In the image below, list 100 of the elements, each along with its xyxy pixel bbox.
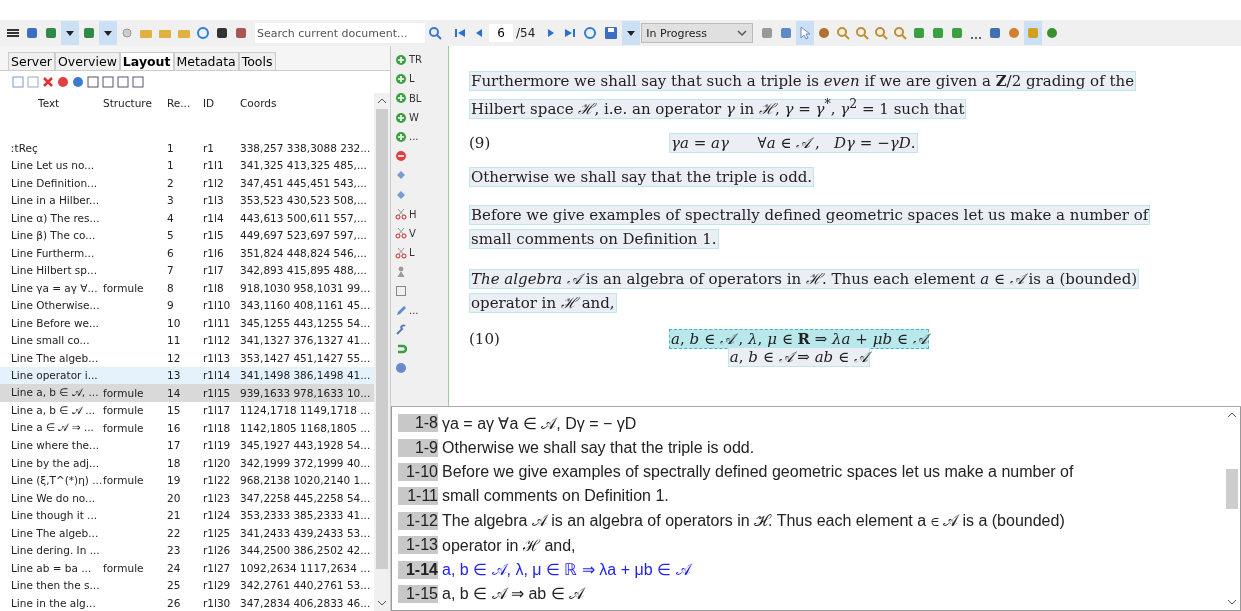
remove-icon[interactable] [57, 76, 69, 88]
table-row[interactable]: ːtReç 1 r1 338,257 338,3088 232... [0, 139, 374, 157]
transcription-editor[interactable] [391, 407, 1241, 611]
tab[interactable]: Overview [55, 52, 120, 70]
tool-button[interactable]: L [391, 69, 427, 89]
scrollbar-thumb[interactable] [1226, 469, 1238, 509]
status-dropdown[interactable]: In Progress [641, 23, 754, 43]
transcription-line[interactable]: Before we give examples of spectrally defined geometric spaces let us make a number of [442, 462, 1074, 481]
table-row[interactable]: Line The algeb... 22 r1l25 341,2433 439,2433 53... [0, 524, 374, 542]
table-row[interactable]: Line dering. In ... 23 r1l26 344,2500 386,2502 42... [0, 541, 374, 559]
table-row[interactable]: Line γa = aγ ∀... formule 8 r1l8 918,1030 958,1031 99... [0, 279, 374, 297]
table-row[interactable]: Line We do no... 20 r1l23 347,2258 445,2258 54... [0, 489, 374, 507]
table-cell-text: Line Before we... [11, 316, 100, 329]
table-row[interactable]: Line operator i... 13 r1l14 341,1498 386,1498 41... [0, 366, 374, 384]
scrollbar-thumb[interactable] [376, 109, 388, 569]
scroll-up-icon[interactable] [1227, 411, 1237, 419]
transcription-line[interactable]: a, b ∈ 𝒜 ⇒ ab ∈ 𝒜 [442, 584, 585, 604]
table-cell-text: r1l14 [203, 369, 232, 382]
undo-icon [395, 343, 407, 356]
table-cell-text: 5 [167, 229, 175, 242]
dropdown-button[interactable] [622, 21, 641, 45]
box-icon[interactable] [102, 76, 114, 88]
table-cell-text: r1l30 [203, 596, 232, 609]
table-row[interactable]: Line small co... 11 r1l12 341,1327 376,1327 41... [0, 331, 374, 349]
search-field[interactable]: Search current document... [255, 23, 425, 43]
table-row[interactable]: Line by the adj... 18 r1l20 342,1999 372,1999 40... [0, 454, 374, 472]
table-cell-text: Line Furtherm... [11, 246, 96, 259]
last-page-icon[interactable] [564, 27, 577, 39]
tool-button[interactable]: L [391, 242, 427, 263]
table-row[interactable]: Line ab = ba ... formule 24 r1l27 1092,2634 1117,2634 ... [0, 559, 374, 577]
tool-button[interactable]: BL [391, 88, 427, 108]
transcription-line[interactable]: a, b ∈ 𝒜, λ, μ ∈ ℝ ⇒ λa + μb ∈ 𝒜 [442, 560, 691, 580]
table-row[interactable]: Line (ξ,T^(*)η) ...formule 19 r1l22 968,2138 1020,2140 1... [0, 471, 374, 489]
remove-icon [395, 150, 407, 163]
table-cell-text: Line then the s... [11, 579, 101, 592]
equation-number: (10) [469, 330, 501, 348]
table-cell: 338,257 338,3088 232... [240, 141, 371, 154]
table-row[interactable]: Line Otherwise... 9 r1l10 343,1160 408,1161 45... [0, 296, 374, 314]
transcription-line[interactable]: operator in ℋ and, [442, 534, 576, 557]
tool-button[interactable]: ... [391, 300, 427, 321]
column-header[interactable]: Structure [103, 97, 167, 109]
tool-button[interactable]: V [391, 223, 427, 243]
tab[interactable]: Layout [119, 52, 174, 70]
add-icon [395, 72, 407, 85]
column-header[interactable]: ID [203, 97, 240, 109]
tool-button[interactable]: W [391, 107, 427, 128]
search-icon[interactable] [428, 26, 442, 40]
table-row[interactable]: Line Definition... 2 r1l2 347,451 445,451 543,... [0, 174, 374, 192]
tab[interactable]: Server [8, 52, 55, 70]
tab[interactable]: Metadata [173, 52, 239, 70]
column-header[interactable]: Text [38, 97, 103, 109]
table-cell-text: r1l13 [203, 351, 232, 364]
table-row[interactable]: Line a, b ∈ 𝒜, ... formule 14 r1l15 939,1633 978,1633 10... [0, 384, 374, 402]
box-icon[interactable] [132, 76, 144, 88]
transcription-line[interactable]: The algebra 𝒜 is an algebra of operators in ℋ. Thus each element a ∈ 𝒜 is a (bounded) [442, 511, 1065, 530]
table-cell-text: r1l18 [203, 421, 232, 434]
first-page-icon[interactable] [454, 27, 466, 39]
transcription-line[interactable]: Otherwise we shall say that the triple is odd. [442, 438, 755, 457]
page-number-field[interactable]: 6 [489, 24, 513, 42]
transcription-line[interactable]: γa = aγ ∀a ∈ 𝒜, Dγ = − γD [442, 413, 637, 433]
scroll-down-icon[interactable] [377, 599, 387, 607]
table-cell-text: r1l1 [203, 159, 225, 172]
equation-number: (9) [469, 134, 492, 152]
dropdown-button[interactable] [99, 21, 117, 45]
dropdown-button[interactable] [61, 21, 79, 45]
table-cell-text: r1l22 [203, 474, 232, 487]
table-row[interactable]: Line Before we... 10 r1l11 345,1255 443,1255 54... [0, 314, 374, 332]
box-icon[interactable] [117, 76, 129, 88]
table-row[interactable]: Line in a Hilber... 3 r1l3 353,523 430,523 508,... [0, 191, 374, 209]
scroll-up-icon[interactable] [377, 97, 387, 105]
table-row[interactable]: Line The algeb... 12 r1l13 353,1427 451,1427 55... [0, 349, 374, 367]
tool-button[interactable]: ... [391, 127, 427, 147]
table-row[interactable]: Line Let us no... 1 r1l1 341,325 413,325 485,... [0, 156, 374, 174]
table-row[interactable]: Line a, b ∈ 𝒜 ... formule 15 r1l17 1124,1718 1149,1718 ... [0, 401, 374, 419]
table-row[interactable]: Line β) The co... 5 r1l5 449,697 523,697 597,... [0, 226, 374, 244]
scroll-down-icon[interactable] [1227, 598, 1237, 606]
column-header[interactable]: Re... [167, 97, 203, 109]
table-cell-text: r1l12 [203, 334, 232, 347]
save-icon[interactable] [604, 26, 619, 40]
scrollbar[interactable] [374, 93, 390, 611]
tool-button[interactable]: H [391, 204, 427, 224]
refresh-icon[interactable] [583, 26, 598, 40]
table-row[interactable]: Line a ∈ 𝒜 ⇒ ... formule 16 r1l18 1142,1805 1168,1805 ... [0, 419, 374, 437]
table-cell: 351,824 448,824 546,... [240, 246, 367, 259]
table-row[interactable]: Line Hilbert sp... 7 r1l7 342,893 415,895 488,... [0, 261, 374, 279]
column-header[interactable]: Coords [240, 97, 277, 109]
close-icon[interactable] [42, 76, 54, 88]
table-row[interactable]: Line Furtherm... 6 r1l6 351,824 448,824 546,... [0, 244, 374, 262]
magnifier-icon [893, 26, 908, 40]
table-cell-text: r1l25 [203, 526, 232, 539]
table-row[interactable]: Line α) The res... 4 r1l4 443,613 500,611 557,... [0, 209, 374, 227]
refresh-icon [196, 26, 210, 40]
table-row[interactable]: Line in the alg... 26 r1l30 347,2834 406,2833 46... [0, 594, 374, 611]
table-row[interactable]: Line then the s... 25 r1l29 342,2761 440,2761 53... [0, 576, 374, 594]
transcription-line[interactable]: small comments on Definition 1. [442, 487, 669, 506]
table-row[interactable]: Line though it ... 21 r1l24 353,2333 385,2333 41... [0, 506, 374, 524]
table-row[interactable]: Line where the... 17 r1l19 345,1927 443,1928 54... [0, 436, 374, 454]
table-cell-text: 17 [167, 439, 182, 452]
tab[interactable]: Tools [238, 52, 276, 70]
tool-button[interactable]: TR [391, 50, 427, 70]
